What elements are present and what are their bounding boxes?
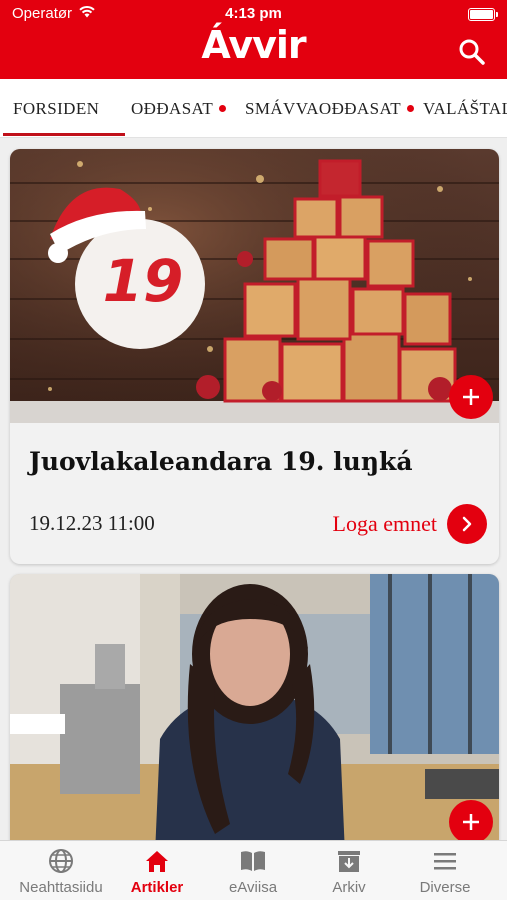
tab-label: SMÁVVAOĐĐASAT xyxy=(245,98,402,118)
read-more-label: Loga emnet xyxy=(332,511,437,536)
tab-smavvaoddasat[interactable]: SMÁVVAOĐĐASAT xyxy=(245,79,415,137)
article-card[interactable]: 19 Juovlakaleandara 19. luŋká 19.12.23 1… xyxy=(10,149,499,564)
bottom-navigation: Neahttasiidu Artikler eAviisa Arkiv Dive… xyxy=(0,840,507,900)
status-time: 4:13 pm xyxy=(225,5,282,22)
article-date: 19.12.23 11:00 xyxy=(29,511,155,535)
battery-icon xyxy=(468,8,498,21)
search-button[interactable] xyxy=(457,37,487,67)
add-button[interactable] xyxy=(449,375,493,419)
article-photo xyxy=(10,574,499,854)
tab-oddasat[interactable]: OĐĐASAT xyxy=(131,79,227,137)
tab-label: FORSIDEN xyxy=(13,98,100,118)
nav-neahttasiidu[interactable]: Neahttasiidu xyxy=(11,847,111,896)
nav-label: Diverse xyxy=(419,879,471,896)
nav-label: Artikler xyxy=(130,879,184,896)
home-icon xyxy=(146,851,168,872)
app-logo: Ávvir xyxy=(201,23,306,67)
tab-forsiden[interactable]: FORSIDEN xyxy=(2,79,126,137)
globe-icon xyxy=(49,849,73,873)
plus-icon xyxy=(463,814,479,830)
new-indicator-dot xyxy=(219,105,227,112)
tab-label: VALÁŠTALI xyxy=(423,98,507,118)
article-title[interactable]: Juovlakaleandara 19. luŋká xyxy=(29,447,413,476)
nav-artikler[interactable]: Artikler xyxy=(107,847,207,896)
nav-arkiv[interactable]: Arkiv xyxy=(299,847,399,896)
nav-label: eAviisa xyxy=(228,879,278,896)
nav-label: Arkiv xyxy=(332,879,366,896)
christmas-calendar-image xyxy=(10,149,499,423)
book-icon xyxy=(241,851,265,871)
nav-eaviisa[interactable]: eAviisa xyxy=(203,847,303,896)
chevron-right-icon xyxy=(447,504,487,544)
read-more-link[interactable]: Loga emnet xyxy=(333,504,487,544)
nav-label: Neahttasiidu xyxy=(19,879,103,896)
article-card[interactable] xyxy=(10,574,499,854)
menu-icon xyxy=(434,853,456,870)
app-header: Operatør 4:13 pm Ávvir xyxy=(0,0,507,79)
new-indicator-dot xyxy=(407,105,415,112)
tab-label: OĐĐASAT xyxy=(131,98,214,118)
category-tabs: FORSIDEN OĐĐASAT SMÁVVAOĐĐASAT VALÁŠTALI xyxy=(0,79,507,138)
plus-icon xyxy=(463,389,479,405)
calendar-day-number: 19 xyxy=(102,247,184,315)
archive-icon xyxy=(338,851,360,872)
search-icon xyxy=(459,39,485,65)
nav-diverse[interactable]: Diverse xyxy=(395,847,495,896)
add-button[interactable] xyxy=(449,800,493,844)
tab-valastali[interactable]: VALÁŠTALI xyxy=(423,79,507,137)
